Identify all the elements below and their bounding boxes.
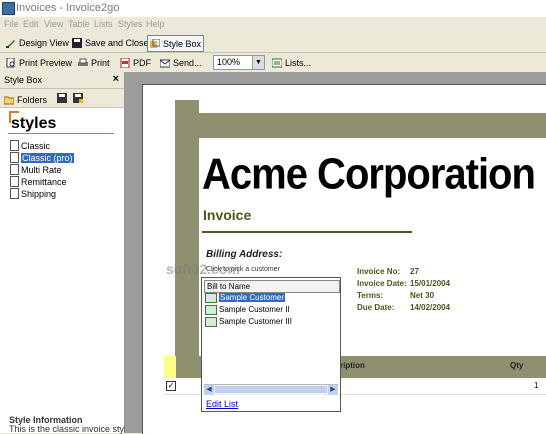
customer-item[interactable]: Sample Customer III [205,316,292,327]
invoice-no-value[interactable]: 27 [410,267,419,276]
row-checkbox[interactable]: ✓ [166,381,176,391]
document-icon [10,188,19,199]
close-icon[interactable]: × [113,73,119,85]
customer-item[interactable]: Sample Customer [205,292,286,303]
style-box-button[interactable]: Style Box [147,35,205,52]
due-date-value[interactable]: 14/02/2004 [410,303,450,312]
save-icon [72,37,82,48]
folders-label: Folders [17,94,48,105]
pdf-button[interactable]: PDF [120,55,151,70]
invoice-title[interactable]: Invoice [203,207,251,223]
terms-label: Terms: [357,291,384,300]
style-box-tabs: Folders [0,89,124,108]
design-view-button[interactable]: Design View [6,35,69,50]
styles-logo: styles [9,111,56,133]
customer-icon [205,316,217,327]
menu-table[interactable]: Table [68,19,90,29]
side-band [175,100,199,360]
customer-item[interactable]: Sample Customer II [205,304,290,315]
document-icon [10,176,19,187]
horizontal-scrollbar[interactable]: ◀ ▶ [204,384,338,395]
menu-view[interactable]: View [44,19,63,29]
design-view-label: Design View [19,37,69,48]
scroll-left-icon[interactable]: ◀ [204,385,214,395]
style-item-classic[interactable]: Classic [10,140,50,151]
zoom-value: 100% [217,57,241,67]
print-button[interactable]: Print [78,55,110,70]
style-box-icon [150,38,160,48]
style-box-title: Style Box [4,75,43,85]
design-icon [6,39,15,48]
window-title: Invoices - Invoice2go [16,2,120,14]
print-preview-button[interactable]: Print Preview [6,55,72,70]
print-label: Print [91,57,110,68]
chevron-down-icon[interactable]: ▼ [252,56,264,69]
title-bar: Invoices - Invoice2go [0,0,546,17]
document-icon [10,164,19,175]
divider [8,133,114,134]
customer-picker-popup: Bill to Name Sample Customer Sample Cust… [201,277,341,412]
app-icon [2,2,15,15]
send-icon [160,59,170,67]
billing-address-label: Billing Address: [206,249,283,260]
printer-icon [78,58,88,66]
row-qty[interactable]: 1 [534,381,538,390]
print-preview-icon [6,57,15,67]
invoice-no-label: Invoice No: [357,267,401,276]
menu-file[interactable]: File [4,19,19,29]
page-top-gap [175,100,546,113]
folders-button[interactable]: Folders [4,92,47,107]
folder-icon [4,96,14,104]
header-band [175,113,546,138]
pdf-label: PDF [133,57,151,68]
side-band-top [175,100,199,113]
invoice-date-value[interactable]: 15/01/2004 [410,279,450,288]
bill-to-header-label: Bill to Name [207,282,251,291]
save-close-button[interactable]: Save and Close [72,35,149,50]
style-box-header: Style Box × [0,72,124,89]
send-button[interactable]: Send... [160,55,202,70]
save-as-style-icon[interactable] [73,93,83,103]
scroll-thumb[interactable] [215,386,327,393]
style-item-classic-pro[interactable]: Classic (pro) [10,152,74,163]
document-icon [10,140,19,151]
send-label: Send... [173,57,202,68]
save-close-label: Save and Close [85,37,149,48]
style-item-remittance[interactable]: Remittance [10,176,67,187]
invoice-date-label: Invoice Date: [357,279,407,288]
qty-header: Qty [510,361,524,370]
style-box-label: Style Box [163,38,202,49]
terms-value[interactable]: Net 30 [410,291,434,300]
zoom-select[interactable]: 100% ▼ [213,55,265,70]
print-preview-label: Print Preview [19,57,73,68]
header-marker [164,356,176,378]
document-icon [10,152,19,163]
style-box-panel: Style Box × Folders styles Classic Class… [0,72,144,434]
customer-icon [205,292,217,303]
logo-bracket-icon [9,111,19,123]
style-item-multi-rate[interactable]: Multi Rate [10,164,62,175]
menu-styles[interactable]: Styles [118,19,143,29]
menu-lists[interactable]: Lists [94,19,113,29]
pdf-icon [120,57,130,68]
menu-help[interactable]: Help [146,19,165,29]
style-item-shipping[interactable]: Shipping [10,188,56,199]
edit-list-link[interactable]: Edit List [206,399,238,409]
menu-edit[interactable]: Edit [23,19,39,29]
save-style-icon[interactable] [57,93,67,103]
title-underline [202,231,412,233]
scroll-right-icon[interactable]: ▶ [328,385,338,395]
lists-icon [272,58,282,67]
toolbar-main: Design View Save and Close Style Box [0,33,546,53]
toolbar-output: Print Preview Print PDF Send... 100% ▼ L… [0,53,546,73]
customer-icon [205,304,217,315]
watermark: soft32.com [166,261,240,277]
description-header: ription [340,361,365,370]
menu-bar: File Edit View Table Lists Styles Help [0,17,546,32]
company-name[interactable]: Acme Corporation [202,150,536,200]
lists-label: Lists... [285,57,312,68]
lists-button[interactable]: Lists... [272,55,311,70]
due-date-label: Due Date: [357,303,395,312]
